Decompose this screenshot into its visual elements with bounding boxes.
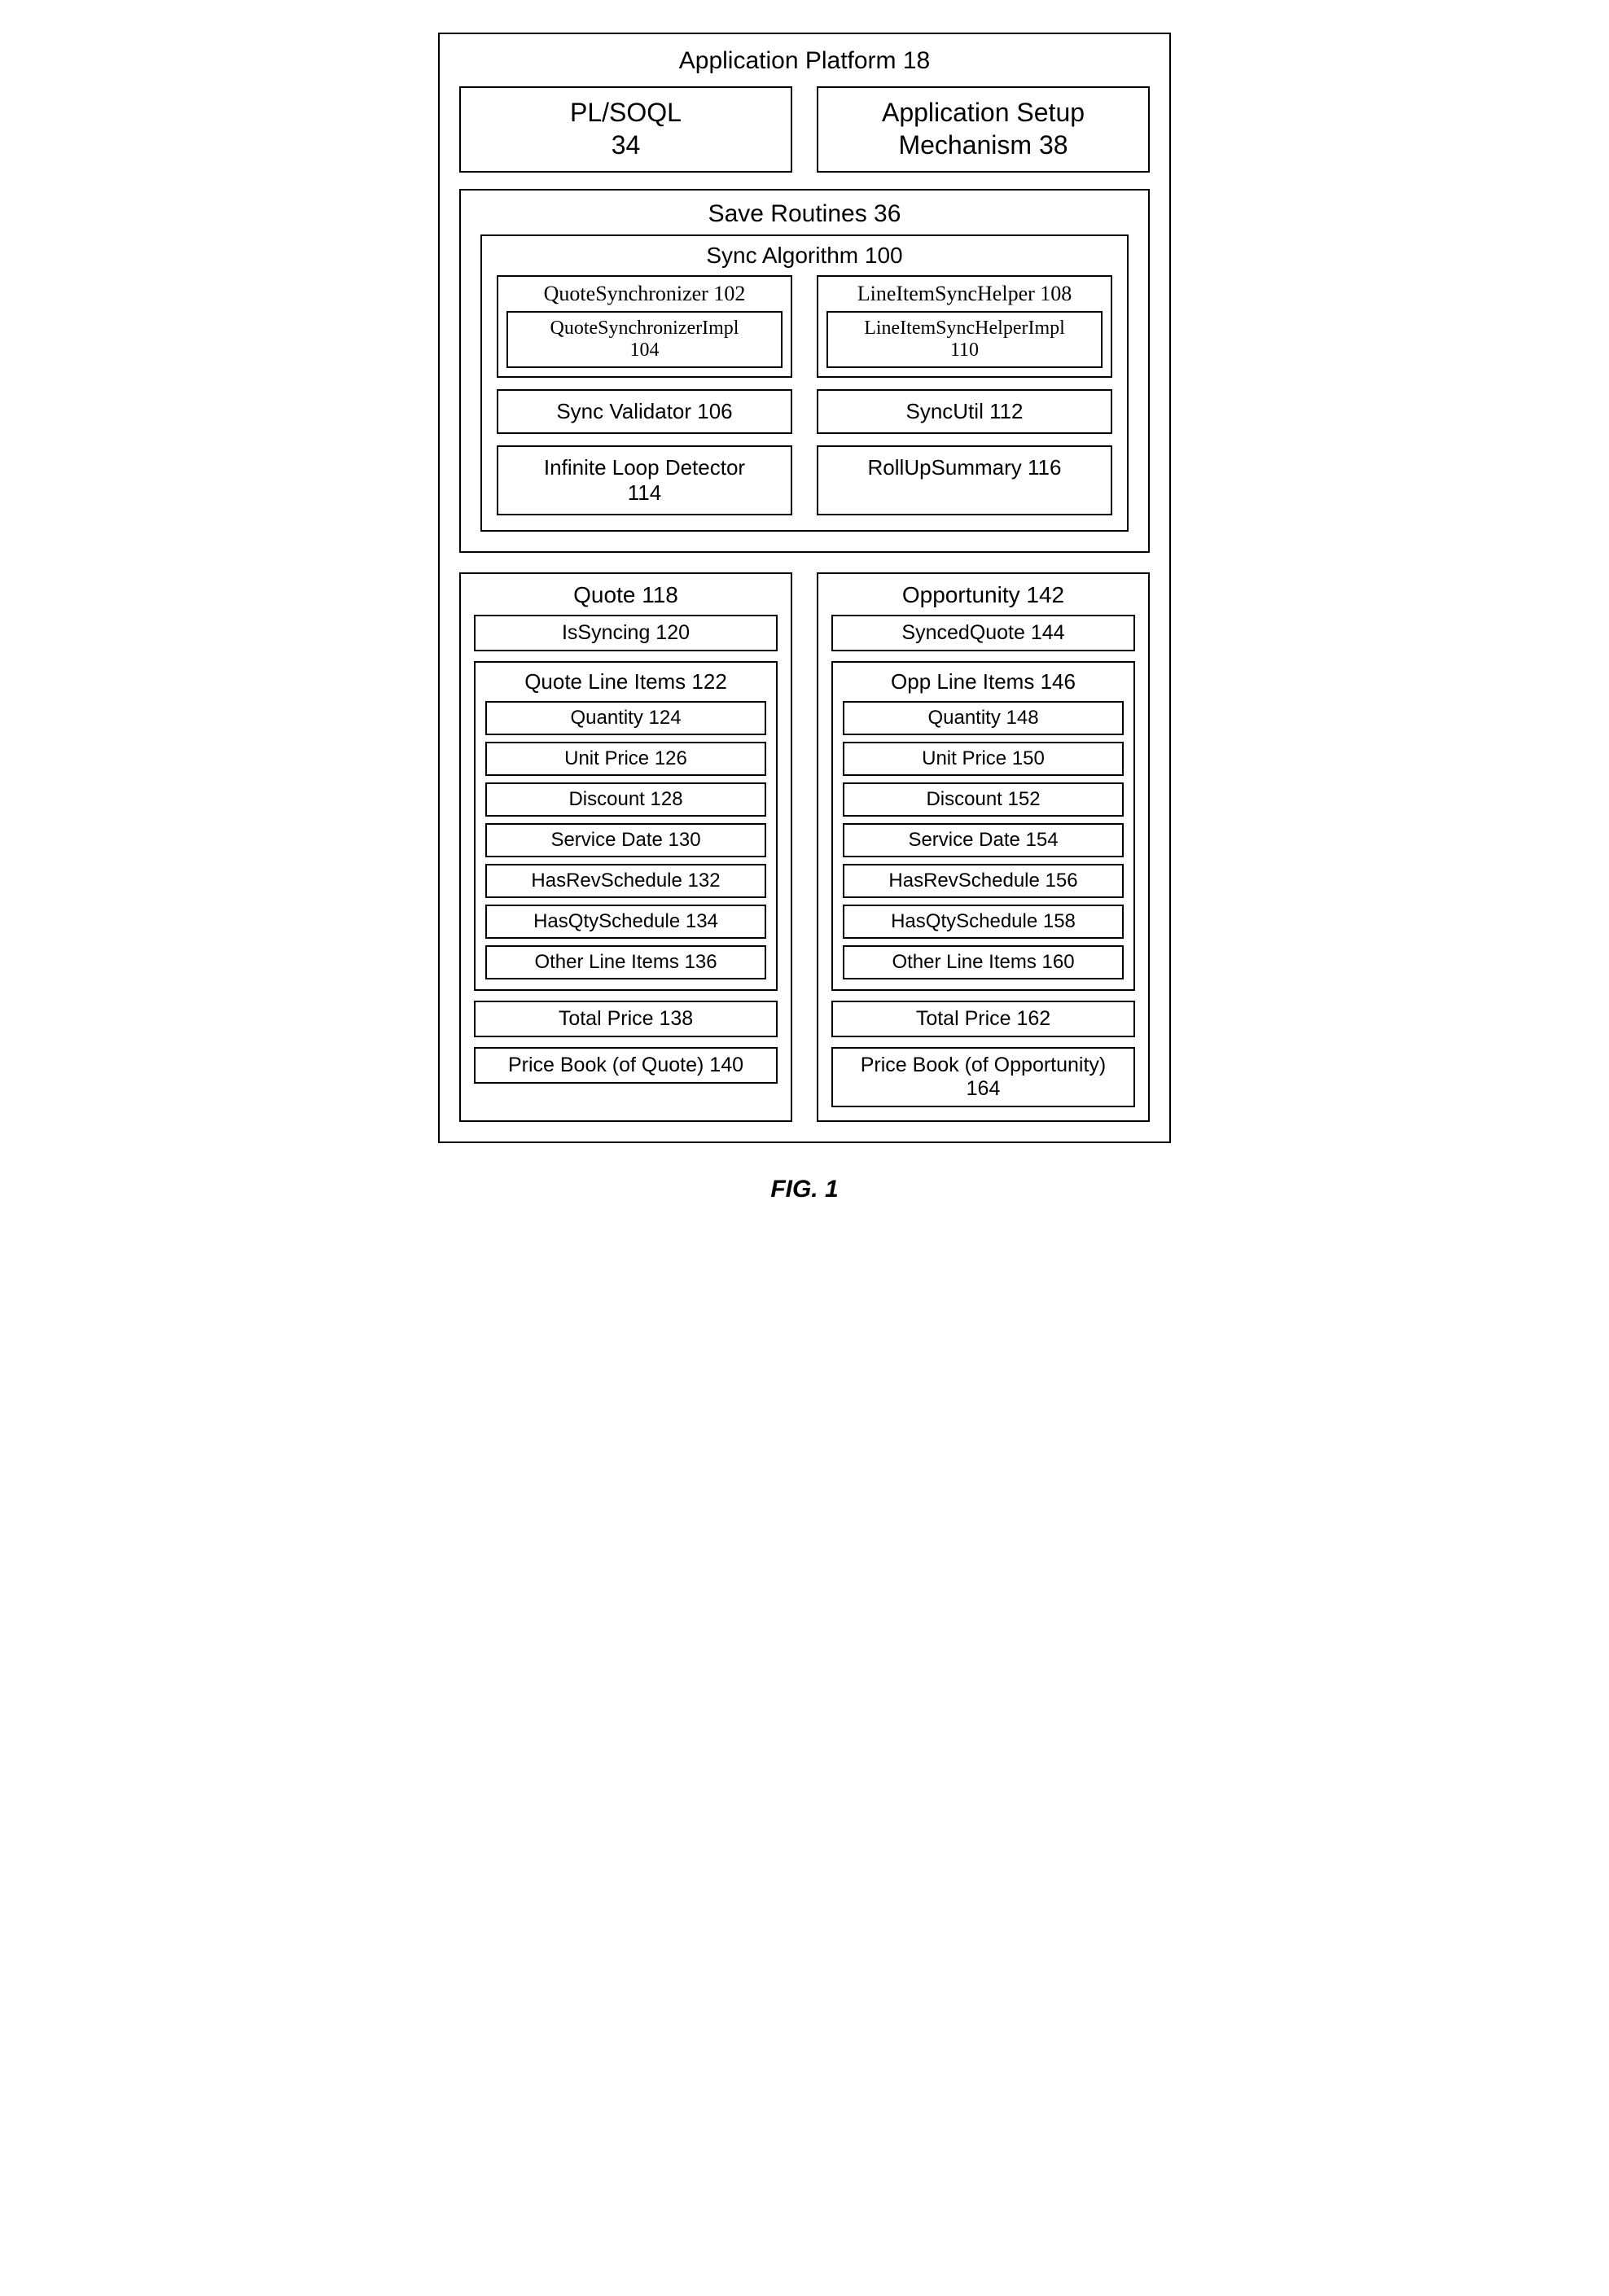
save-routines-title: Save Routines 36 xyxy=(480,200,1129,228)
quote-line-items-box: Quote Line Items 122 Quantity 124 Unit P… xyxy=(474,661,778,991)
sync-util-box: SyncUtil 112 xyxy=(817,389,1112,434)
quote-synchronizer-box: QuoteSynchronizer 102 QuoteSynchronizerI… xyxy=(497,275,792,378)
rollup-summary-box: RollUpSummary 116 xyxy=(817,445,1112,515)
quote-price-book-box: Price Book (of Quote) 140 xyxy=(474,1047,778,1084)
save-routines-box: Save Routines 36 Sync Algorithm 100 Quot… xyxy=(459,189,1150,553)
lineitem-sync-helper-box: LineItemSyncHelper 108 LineItemSyncHelpe… xyxy=(817,275,1112,378)
opp-line-items-title: Opp Line Items 146 xyxy=(843,669,1124,694)
bottom-row: Quote 118 IsSyncing 120 Quote Line Items… xyxy=(459,572,1150,1122)
quote-li-discount: Discount 128 xyxy=(485,782,766,817)
quote-li-hasqty: HasQtySchedule 134 xyxy=(485,905,766,939)
quote-title: Quote 118 xyxy=(474,582,778,608)
quote-synchronizer-label: QuoteSynchronizer 102 xyxy=(506,282,783,306)
lineitem-sync-helper-impl-box: LineItemSyncHelperImpl110 xyxy=(826,311,1103,368)
lineitem-sync-helper-label: LineItemSyncHelper 108 xyxy=(826,282,1103,306)
opp-li-unitprice: Unit Price 150 xyxy=(843,742,1124,776)
quote-li-unitprice: Unit Price 126 xyxy=(485,742,766,776)
opp-li-quantity: Quantity 148 xyxy=(843,701,1124,735)
app-setup-box: Application SetupMechanism 38 xyxy=(817,86,1150,173)
opp-li-hasrev: HasRevSchedule 156 xyxy=(843,864,1124,898)
opportunity-title: Opportunity 142 xyxy=(831,582,1135,608)
opp-price-book-box: Price Book (of Opportunity)164 xyxy=(831,1047,1135,1107)
sync-algorithm-box: Sync Algorithm 100 QuoteSynchronizer 102… xyxy=(480,234,1129,532)
opp-total-price-box: Total Price 162 xyxy=(831,1001,1135,1037)
quote-li-other: Other Line Items 136 xyxy=(485,945,766,979)
opp-li-discount: Discount 152 xyxy=(843,782,1124,817)
quote-li-hasrev: HasRevSchedule 132 xyxy=(485,864,766,898)
quote-total-price-box: Total Price 138 xyxy=(474,1001,778,1037)
quote-synchronizer-impl-box: QuoteSynchronizerImpl104 xyxy=(506,311,783,368)
application-platform-title: Application Platform 18 xyxy=(459,47,1150,75)
opportunity-box: Opportunity 142 SyncedQuote 144 Opp Line… xyxy=(817,572,1150,1122)
quote-li-quantity: Quantity 124 xyxy=(485,701,766,735)
infinite-loop-detector-box: Infinite Loop Detector114 xyxy=(497,445,792,515)
figure-caption: FIG. 1 xyxy=(770,1176,838,1203)
sync-algorithm-grid: QuoteSynchronizer 102 QuoteSynchronizerI… xyxy=(497,275,1112,515)
sync-validator-box: Sync Validator 106 xyxy=(497,389,792,434)
quote-box: Quote 118 IsSyncing 120 Quote Line Items… xyxy=(459,572,792,1122)
opp-line-items-box: Opp Line Items 146 Quantity 148 Unit Pri… xyxy=(831,661,1135,991)
opp-li-servicedate: Service Date 154 xyxy=(843,823,1124,857)
quote-line-items-title: Quote Line Items 122 xyxy=(485,669,766,694)
quote-li-servicedate: Service Date 130 xyxy=(485,823,766,857)
opp-li-hasqty: HasQtySchedule 158 xyxy=(843,905,1124,939)
plsoql-box: PL/SOQL34 xyxy=(459,86,792,173)
opp-syncedquote-box: SyncedQuote 144 xyxy=(831,615,1135,651)
top-row: PL/SOQL34 Application SetupMechanism 38 xyxy=(459,86,1150,173)
sync-algorithm-title: Sync Algorithm 100 xyxy=(497,243,1112,269)
quote-issyncing-box: IsSyncing 120 xyxy=(474,615,778,651)
application-platform-box: Application Platform 18 PL/SOQL34 Applic… xyxy=(438,33,1171,1143)
opp-li-other: Other Line Items 160 xyxy=(843,945,1124,979)
